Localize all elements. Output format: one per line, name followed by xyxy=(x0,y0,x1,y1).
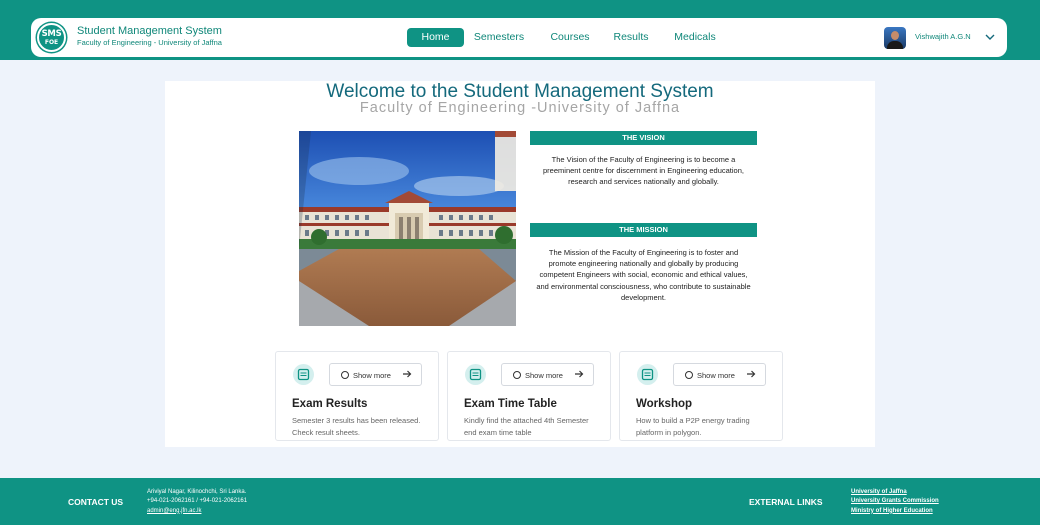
logo-text-top: SMS xyxy=(41,29,62,39)
vision-text: The Vision of the Faculty of Engineering… xyxy=(543,155,744,187)
document-icon xyxy=(293,364,314,385)
card-exam-results: Show more Exam Results Semester 3 result… xyxy=(275,351,439,441)
nav-semesters[interactable]: Semesters xyxy=(467,28,531,47)
mission-heading: THE MISSION xyxy=(530,223,757,237)
card-workshop: Show more Workshop How to build a P2P en… xyxy=(619,351,783,441)
circle-icon xyxy=(513,371,521,379)
main-panel: Welcome to the Student Management System… xyxy=(165,81,875,447)
logo-text-bottom: FOE xyxy=(44,39,59,46)
link-university-grants-commission[interactable]: University Grants Commission xyxy=(851,497,939,506)
page-subtitle: Faculty of Engineering -University of Ja… xyxy=(359,100,681,116)
navbar: SMS FOE Student Management System Facult… xyxy=(31,18,1007,57)
contact-details: Ariviyal Nagar, Kilinochchi, Sri Lanka. … xyxy=(147,488,247,516)
card-title: Exam Results xyxy=(292,398,368,410)
contact-address: Ariviyal Nagar, Kilinochchi, Sri Lanka. xyxy=(147,489,247,495)
document-icon xyxy=(465,364,486,385)
card-description: How to build a P2P energy trading platfo… xyxy=(636,416,750,437)
contact-us-heading: CONTACT US xyxy=(68,497,124,507)
card-title: Exam Time Table xyxy=(464,398,557,410)
document-icon xyxy=(637,364,658,385)
brand-subtitle: Faculty of Engineering - University of J… xyxy=(77,38,222,47)
link-university-of-jaffna[interactable]: University of Jaffna xyxy=(851,488,939,497)
circle-icon xyxy=(685,371,693,379)
arrow-right-icon xyxy=(403,370,412,378)
brand-title: Student Management System xyxy=(77,25,222,37)
show-more-label: Show more xyxy=(353,371,391,380)
nav-courses[interactable]: Courses xyxy=(544,28,596,47)
show-more-label: Show more xyxy=(525,371,563,380)
arrow-right-icon xyxy=(575,370,584,378)
show-more-button[interactable]: Show more xyxy=(329,363,422,386)
avatar-shoulders xyxy=(887,41,903,49)
external-links: University of Jaffna University Grants C… xyxy=(851,488,939,516)
vision-heading: THE VISION xyxy=(530,131,757,145)
nav-home[interactable]: Home xyxy=(407,28,464,47)
circle-icon xyxy=(341,371,349,379)
card-description: Kindly find the attached 4th Semester en… xyxy=(464,416,589,437)
campus-image xyxy=(299,131,516,326)
card-description: Semester 3 results has been released. Ch… xyxy=(292,416,421,437)
sms-logo[interactable]: SMS FOE xyxy=(37,23,66,52)
card-exam-time-table: Show more Exam Time Table Kindly find th… xyxy=(447,351,611,441)
external-links-heading: EXTERNAL LINKS xyxy=(749,497,823,507)
show-more-button[interactable]: Show more xyxy=(501,363,594,386)
user-name[interactable]: Vishwajith A.G.N xyxy=(915,32,971,41)
mission-text: The Mission of the Faculty of Engineerin… xyxy=(536,248,751,302)
arrow-right-icon xyxy=(747,370,756,378)
user-avatar[interactable] xyxy=(884,27,906,49)
chevron-down-icon[interactable] xyxy=(984,31,996,43)
card-title: Workshop xyxy=(636,398,693,410)
contact-phone: +94-021-2062161 / +94-021-2062161 xyxy=(147,498,248,505)
show-more-button[interactable]: Show more xyxy=(673,363,766,386)
avatar-head xyxy=(891,31,899,40)
show-more-label: Show more xyxy=(697,371,735,380)
footer: CONTACT US Ariviyal Nagar, Kilinochchi, … xyxy=(0,478,1040,525)
nav-results[interactable]: Results xyxy=(608,28,654,47)
nav-medicals[interactable]: Medicals xyxy=(667,28,723,47)
contact-email[interactable]: admin@eng.jfn.ac.lk xyxy=(147,507,247,516)
link-ministry-of-higher-education[interactable]: Ministry of Higher Education xyxy=(851,507,939,516)
